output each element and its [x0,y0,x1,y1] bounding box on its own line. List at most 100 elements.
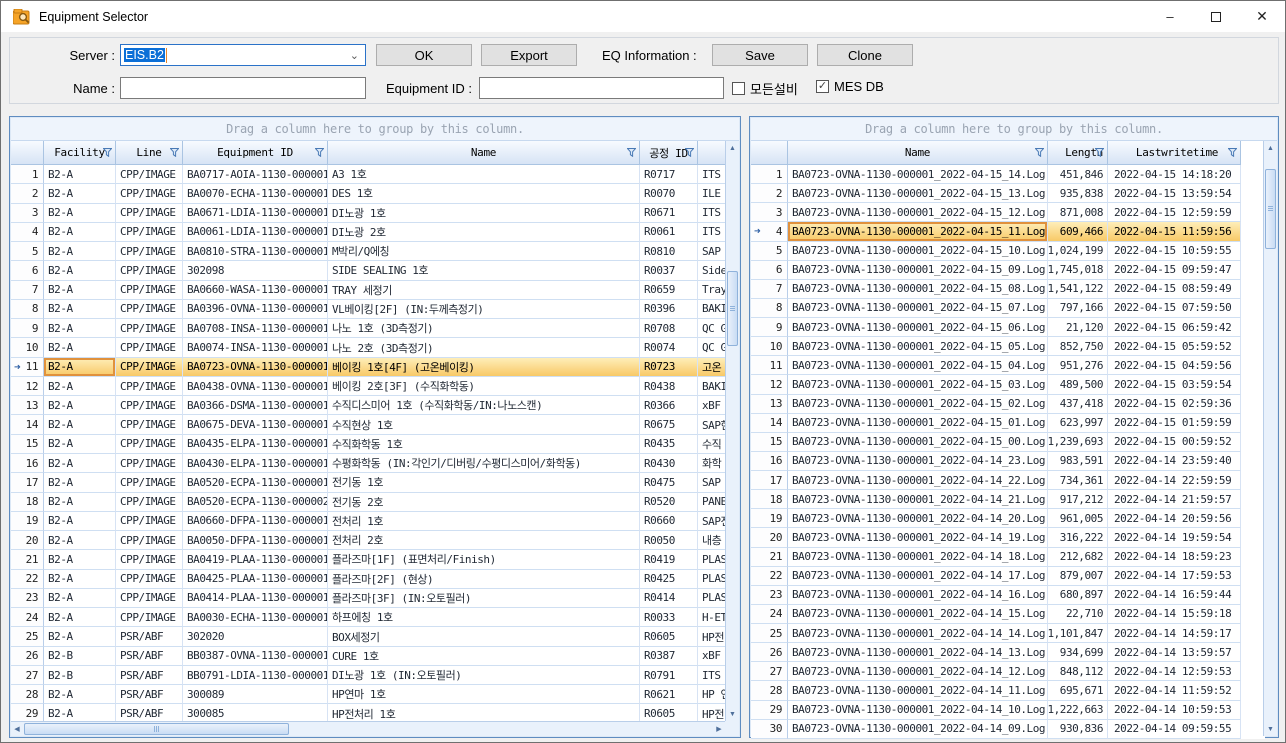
cell[interactable]: 2022-04-14 17:59:53 [1108,567,1241,586]
table-row[interactable]: 8B2-ACPP/IMAGEBA0396-OVNA-1130-000001VL베… [11,300,729,319]
cell[interactable]: 2022-04-15 04:59:56 [1108,356,1241,375]
cell[interactable]: 917,212 [1048,490,1108,509]
cell[interactable]: R0050 [640,531,698,550]
row-number-cell[interactable]: 9 [11,319,44,338]
cell[interactable]: CPP/IMAGE [116,570,183,589]
cell[interactable]: 935,838 [1048,184,1108,203]
scrollbar-up-button[interactable]: ▲ [726,141,739,155]
cell[interactable]: BA0723-OVNA-1130-000001_2022-04-14_20.Lo… [788,509,1048,528]
cell[interactable]: 수직화학동 1호 [328,435,640,454]
cell[interactable]: 695,671 [1048,681,1108,700]
cell[interactable]: 1,101,847 [1048,624,1108,643]
cell[interactable]: BA0366-DSMA-1130-000001 [183,396,328,415]
table-row[interactable]: 26BA0723-OVNA-1130-000001_2022-04-14_13.… [751,643,1241,662]
cell[interactable]: M박리/Q에칭 [328,242,640,261]
cell[interactable]: BA0723-OVNA-1130-000001_2022-04-14_16.Lo… [788,586,1048,605]
cell[interactable]: PSR/ABF [116,647,183,666]
cell[interactable]: R0414 [640,589,698,608]
cell[interactable]: 316,222 [1048,528,1108,547]
cell[interactable]: B2-A [44,570,116,589]
table-row[interactable]: 21B2-ACPP/IMAGEBA0419-PLAA-1130-000001플라… [11,550,729,569]
cell[interactable]: R0419 [640,550,698,569]
cell[interactable]: B2-A [44,493,116,512]
row-number-cell[interactable]: 26 [11,647,44,666]
cell[interactable]: BA0520-ECPA-1130-000002 [183,493,328,512]
column-header-name[interactable]: Name [788,141,1048,165]
cell[interactable]: BA0723-OVNA-1130-000001_2022-04-15_11.Lo… [788,222,1048,241]
cell[interactable]: BA0435-ELPA-1130-000001 [183,435,328,454]
filter-icon[interactable] [1095,148,1104,157]
row-number-cell[interactable]: 18 [11,493,44,512]
cell[interactable]: BA0723-OVNA-1130-000001_2022-04-14_22.Lo… [788,471,1048,490]
table-row[interactable]: 14BA0723-OVNA-1130-000001_2022-04-15_01.… [751,414,1241,433]
row-number-cell[interactable]: 3 [751,203,788,222]
cell[interactable]: BA0414-PLAA-1130-000001 [183,589,328,608]
row-number-cell[interactable]: 10 [751,337,788,356]
cell[interactable]: DES 1호 [328,184,640,203]
cell[interactable]: 나노 1호 (3D측정기) [328,319,640,338]
close-button[interactable]: ✕ [1239,1,1285,32]
row-number-cell[interactable]: 4 [11,223,44,242]
table-row[interactable]: 15BA0723-OVNA-1130-000001_2022-04-15_00.… [751,433,1241,452]
cell[interactable]: 플라즈마[1F] (표면처리/Finish) [328,550,640,569]
cell[interactable]: CPP/IMAGE [116,184,183,203]
cell[interactable]: BA0723-OVNA-1130-000001_2022-04-15_14.Lo… [788,165,1048,184]
table-row[interactable]: 12BA0723-OVNA-1130-000001_2022-04-15_03.… [751,375,1241,394]
cell[interactable]: 934,699 [1048,643,1108,662]
cell[interactable]: R0520 [640,493,698,512]
cell[interactable]: CPP/IMAGE [116,204,183,223]
table-row[interactable]: 25B2-APSR/ABF302020BOX세정기R0605HP전 [11,627,729,646]
cell[interactable]: CPP/IMAGE [116,493,183,512]
cell[interactable]: 852,750 [1048,337,1108,356]
cell[interactable]: CPP/IMAGE [116,512,183,531]
table-row[interactable]: 18B2-ACPP/IMAGEBA0520-ECPA-1130-000002전기… [11,493,729,512]
vertical-scrollbar[interactable]: ▲ ▼ [725,141,739,721]
row-number-cell[interactable]: 15 [11,435,44,454]
column-header-name[interactable]: Name [328,141,640,165]
table-row[interactable]: 6BA0723-OVNA-1130-000001_2022-04-15_09.L… [751,261,1241,280]
cell[interactable]: 베이킹 1호[4F] (고온베이킹) [328,358,640,377]
cell[interactable]: B2-A [44,261,116,280]
group-by-bar[interactable]: Drag a column here to group by this colu… [11,118,739,141]
table-row[interactable]: 23BA0723-OVNA-1130-000001_2022-04-14_16.… [751,586,1241,605]
cell[interactable]: 2022-04-15 07:59:50 [1108,299,1241,318]
table-row[interactable]: 20BA0723-OVNA-1130-000001_2022-04-14_19.… [751,528,1241,547]
cell[interactable]: B2-A [44,435,116,454]
cell[interactable]: HP연마 1호 [328,685,640,704]
cell[interactable]: 983,591 [1048,452,1108,471]
table-row[interactable]: ➜4BA0723-OVNA-1130-000001_2022-04-15_11.… [751,222,1241,241]
cell[interactable]: CPP/IMAGE [116,377,183,396]
cell[interactable]: 623,997 [1048,414,1108,433]
cell[interactable]: 수직디스미어 1호 (수직화학동/IN:나노스캔) [328,396,640,415]
cell[interactable]: BA0723-OVNA-1130-000001_2022-04-15_10.Lo… [788,242,1048,261]
scrollbar-down-button[interactable]: ▼ [1264,722,1277,736]
row-number-cell[interactable]: 26 [751,643,788,662]
cell[interactable]: CPP/IMAGE [116,589,183,608]
cell[interactable]: B2-A [44,223,116,242]
table-row[interactable]: 1BA0723-OVNA-1130-000001_2022-04-15_14.L… [751,165,1241,184]
cell[interactable]: BA0723-OVNA-1130-000001_2022-04-14_15.Lo… [788,605,1048,624]
clone-button[interactable]: Clone [817,44,913,66]
filter-icon[interactable] [1228,148,1237,157]
cell[interactable]: B2-A [44,377,116,396]
cell[interactable]: R0396 [640,300,698,319]
table-row[interactable]: 1B2-ACPP/IMAGEBA0717-AOIA-1130-000001A3 … [11,165,729,184]
row-number-cell[interactable]: 21 [11,550,44,569]
cell[interactable]: BA0425-PLAA-1130-000001 [183,570,328,589]
cell[interactable]: PSR/ABF [116,685,183,704]
row-number-cell[interactable]: 23 [11,589,44,608]
cell[interactable]: B2-A [44,685,116,704]
cell[interactable]: BA0723-OVNA-1130-000001_2022-04-14_14.Lo… [788,624,1048,643]
cell[interactable]: CPP/IMAGE [116,358,183,377]
vertical-scrollbar[interactable]: ▲ ▼ [1263,141,1277,736]
cell[interactable]: 전기동 2호 [328,493,640,512]
cell[interactable]: R0438 [640,377,698,396]
row-number-cell[interactable]: 2 [751,184,788,203]
cell[interactable]: BA0030-ECHA-1130-000001 [183,608,328,627]
save-button[interactable]: Save [712,44,808,66]
cell[interactable]: R0605 [640,627,698,646]
cell[interactable]: 2022-04-14 12:59:53 [1108,662,1241,681]
table-row[interactable]: 22B2-ACPP/IMAGEBA0425-PLAA-1130-000001플라… [11,570,729,589]
cell[interactable]: CPP/IMAGE [116,415,183,434]
column-header-rownum[interactable] [751,141,788,165]
